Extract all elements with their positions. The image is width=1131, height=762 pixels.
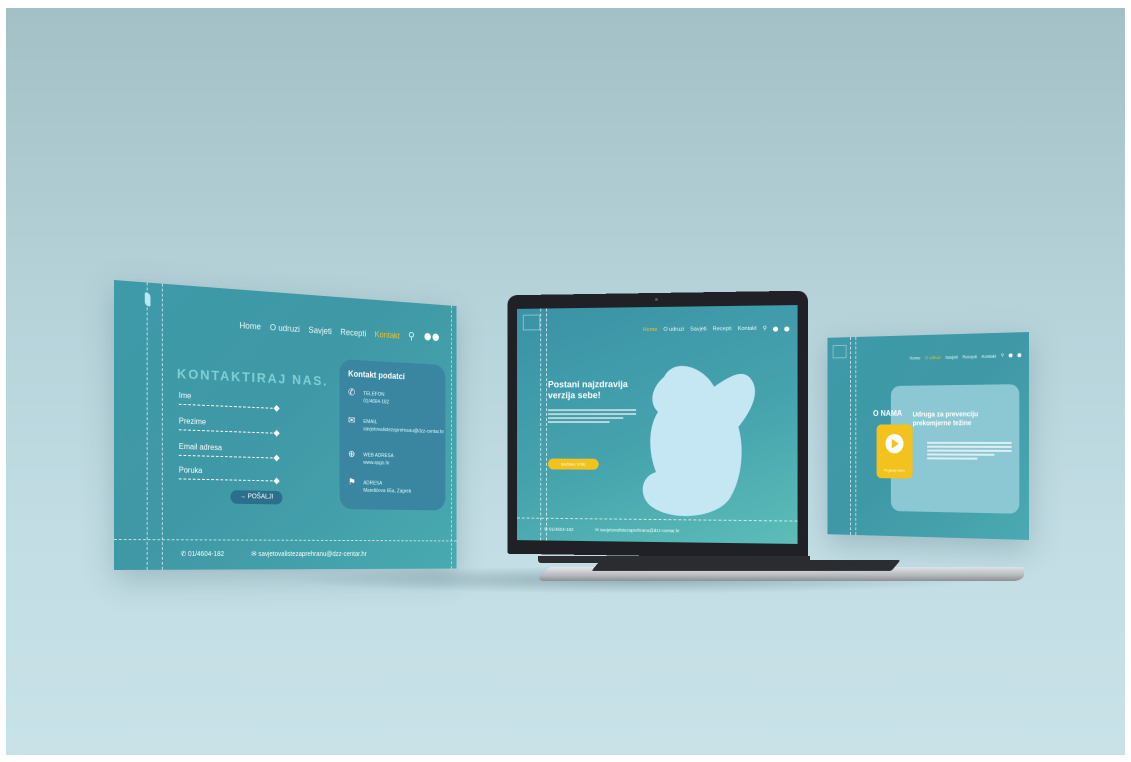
contact-item-value: 01/4604-182 [363,398,390,406]
nav-item-o-udruzi[interactable]: O udruzi [925,355,941,360]
facebook-icon[interactable] [424,332,431,341]
search-icon[interactable]: ⚲ [1001,353,1004,359]
home-footer: ✆ 01/4604-182 ✉ savjetovalistezaprehranu… [544,527,680,535]
contact-card-title: Kontakt podatci [348,368,405,382]
contact-info-card: Kontakt podatci ✆ TELEFON 01/4604-182 ✉ … [339,359,446,511]
field-underline [178,478,278,482]
email-field-label: Email adresa [178,442,222,453]
footer-email[interactable]: ✉ savjetovalistezaprehranu@dzz-centar.hr [595,527,680,534]
nav-item-kontakt[interactable]: Kontakt [982,353,996,358]
guide-line [546,308,547,541]
video-button[interactable]: Pogledaj video [876,424,913,479]
guide-line [450,305,452,569]
search-icon[interactable]: ⚲ [763,326,767,332]
guide-line [114,539,457,542]
nav-item-savjeti[interactable]: Savjeti [309,325,332,336]
facebook-icon[interactable] [1008,353,1013,358]
search-icon[interactable]: ⚲ [408,330,415,342]
footer-email-text: savjetovalistezaprehranu@dzz-centar.hr [258,551,367,558]
instagram-icon[interactable] [1017,353,1022,358]
contact-footer: ✆ 01/4604-182 ✉ savjetovalistezaprehranu… [181,550,367,558]
contact-item-web: ⊕ WEB ADRESA www.spgo.hr [348,449,394,467]
guide-line [161,283,163,570]
phone-icon: ✆ [348,387,356,399]
hero-body-text [547,407,637,425]
field-underline [178,403,278,409]
contact-page-panel: Home O udruzi Savjeti Recepti Kontakt ⚲ … [114,280,457,570]
surname-field-label: Prezime [178,416,207,427]
nav-item-kontakt[interactable]: Kontakt [375,329,400,340]
footer-phone-text: 01/4604-182 [548,526,574,532]
site-logo[interactable] [122,289,151,313]
guide-line [540,308,542,541]
video-button-label: Pogledaj video [884,468,905,473]
contact-item-phone: ✆ TELEFON 01/4604-182 [348,387,390,406]
hero-illustration [642,365,755,517]
play-icon [891,438,899,449]
footer-phone-text: 01/4604-182 [187,551,225,558]
field-underline [178,454,278,459]
surname-field[interactable]: Prezime [178,416,278,434]
message-field[interactable]: Poruka [178,465,278,482]
contact-item-email: ✉ EMAIL savjetovalistezaprehranu@dzz-cen… [348,415,445,436]
footer-email-text: savjetovalistezaprehranu@dzz-centar.hr [600,527,680,534]
mockup-scene: Home O udruzi Savjeti Recepti Kontakt ⚲ … [6,8,1125,755]
hero-title: Postani najzdravija verzija sebe! [547,379,628,401]
instagram-icon[interactable] [784,325,790,332]
contact-item-value: www.spgo.hr [363,460,390,467]
mail-icon: ✉ [348,415,356,427]
nav-item-o-udruzi[interactable]: O udruzi [663,327,684,333]
page-title: KONTAKTIRAJ NAS. [176,365,329,389]
guide-line [850,337,851,535]
nav-item-o-udruzi[interactable]: O udruzi [270,322,300,334]
footer-phone[interactable]: ✆ 01/4604-182 [544,527,573,533]
email-field[interactable]: Email adresa [178,442,278,459]
name-field-label: Ime [178,390,192,401]
about-body-text [927,440,1012,462]
location-pin-icon: ⚑ [348,477,356,488]
footer-phone[interactable]: ✆ 01/4604-182 [181,550,225,558]
message-field-label: Poruka [178,465,203,476]
nav-item-savjeti[interactable]: Savjeti [945,354,958,359]
section-title: O NAMA [873,408,903,418]
about-nav: Home O udruzi Savjeti Recepti Kontakt ⚲ [910,352,1022,360]
name-field[interactable]: Ime [178,390,278,409]
cta-button[interactable]: SAZNAJ VIŠE [547,458,599,470]
about-heading: Udruga za prevenciju prekomjerne težine [912,411,979,428]
contact-nav: Home O udruzi Savjeti Recepti Kontakt ⚲ [239,319,439,344]
site-logo[interactable] [522,314,541,331]
contact-item-address: ⚑ ADRESA Mandićeva 65a, Zagreb [348,477,412,495]
nav-item-home[interactable]: Home [239,320,261,331]
facebook-icon[interactable] [772,326,779,332]
webcam [655,297,658,301]
home-nav: Home O udruzi Savjeti Recepti Kontakt ⚲ [643,325,790,333]
laptop-lid: Home O udruzi Savjeti Recepti Kontakt ⚲ … [507,290,808,559]
nav-item-home[interactable]: Home [910,355,921,360]
footer-email[interactable]: ✉ savjetovalistezaprehranu@dzz-centar.hr [251,550,366,558]
nav-item-recepti[interactable]: Recepti [962,354,976,359]
nav-item-recepti[interactable]: Recepti [713,326,732,332]
globe-icon: ⊕ [348,449,356,460]
nav-item-home[interactable]: Home [643,327,658,333]
laptop-keyboard [591,560,901,571]
social-icons [423,332,439,342]
nav-item-kontakt[interactable]: Kontakt [738,326,757,332]
contact-item-value: Mandićeva 65a, Zagreb [363,487,412,495]
about-page-panel: Home O udruzi Savjeti Recepti Kontakt ⚲ … [827,332,1029,540]
field-underline [178,429,278,434]
instagram-icon[interactable] [432,332,439,341]
nav-item-recepti[interactable]: Recepti [340,327,366,338]
guide-line [855,336,857,536]
home-page-screen: Home O udruzi Savjeti Recepti Kontakt ⚲ … [517,305,798,544]
site-logo[interactable] [832,344,847,359]
guide-line [146,282,148,570]
send-button[interactable]: → POŠALJI [230,490,283,505]
nav-item-savjeti[interactable]: Savjeti [690,326,707,332]
